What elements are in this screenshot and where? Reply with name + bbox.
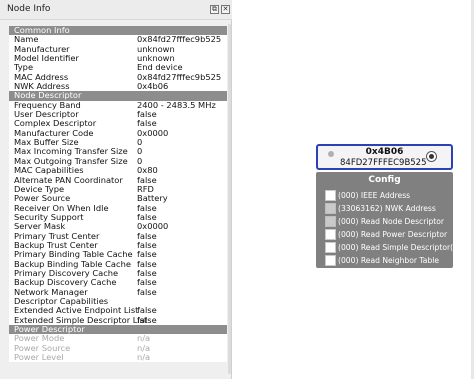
info-row: Extended Simple Descriptor List false (9, 314, 227, 325)
panel-title: Node Info (7, 4, 51, 14)
info-value: false (137, 314, 157, 325)
node-ieee-address: 84FD27FFFEC9B525 (340, 158, 427, 168)
info-row: Power Level n/a (9, 352, 227, 363)
info-key: Power Level (14, 352, 64, 363)
config-item-label: (000) Read Node Descriptor (338, 216, 445, 226)
info-value: false (137, 286, 157, 297)
panel-scrollbar[interactable] (228, 24, 231, 374)
float-panel-icon[interactable]: ⧉ (210, 5, 219, 14)
info-value: n/a (137, 352, 151, 363)
panel-titlebar: Node Info ⧉ ✕ (0, 0, 232, 20)
config-checkbox[interactable] (325, 254, 336, 266)
config-item-label: (000) Read Power Descriptor (338, 229, 448, 239)
node-info-table: Common Info Name 0x84fd27fffec9b525 Manufac… (9, 25, 227, 363)
config-item-label: (000) Read Neighbor Table (338, 255, 440, 265)
info-key: NWK Address (14, 81, 70, 92)
config-checkbox[interactable] (325, 228, 336, 240)
info-key: Extended Simple Descriptor List (14, 314, 148, 325)
config-checkbox[interactable] (325, 190, 336, 201)
config-title: Config (368, 175, 401, 185)
close-panel-icon[interactable]: ✕ (221, 5, 230, 14)
info-value: 0x4b06 (137, 81, 169, 92)
info-row: Model Identifier unknown (9, 53, 227, 64)
config-checkbox[interactable] (325, 202, 336, 214)
config-checkbox[interactable] (325, 215, 336, 227)
info-row: NWK Address 0x4b06 (9, 81, 227, 92)
config-item-label: (000) IEEE Address (338, 191, 411, 200)
config-panel: Config (000) IEEE Address (33063162) NWK … (316, 172, 460, 268)
node-info-panel: Node Info ⧉ ✕ Common Info Name 0x84fd27fff… (0, 0, 232, 379)
config-checkbox[interactable] (325, 241, 336, 253)
config-item-label: (000) Read Simple Descriptor(s) (338, 242, 461, 252)
node-widget[interactable]: 0x4B06 84FD27FFFEC9B525 (316, 144, 453, 170)
config-item-label: (33063162) NWK Address (338, 203, 436, 213)
node-socket-icon[interactable] (426, 151, 437, 162)
